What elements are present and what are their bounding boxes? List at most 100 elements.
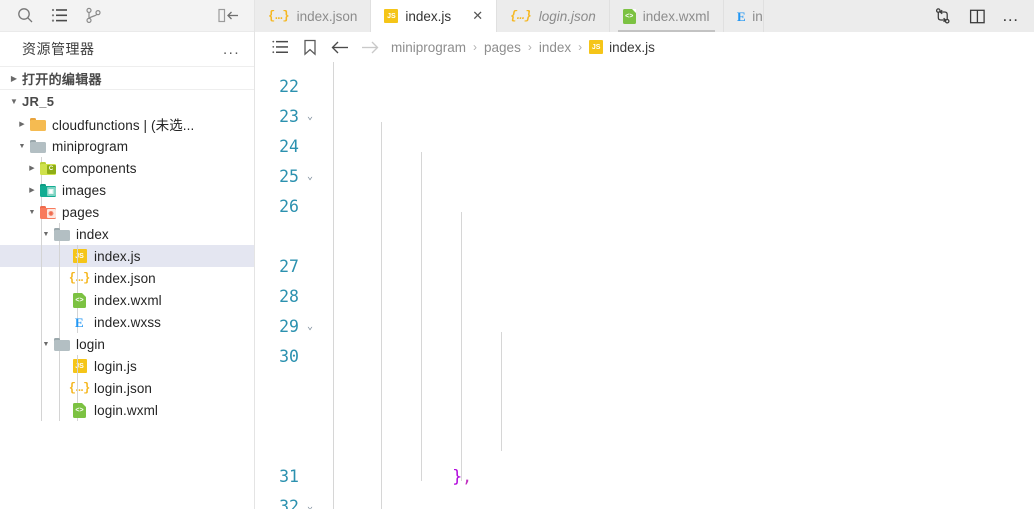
tab-index-js[interactable]: JS index.js ✕ (371, 0, 498, 32)
fold-icon[interactable]: ⌄ (303, 162, 317, 192)
line-number-gutter: 22 23 ⌄ 24 25 ⌄ 26 27 28 29 ⌄ 30 31 32 ⌄ (255, 62, 327, 509)
wxml-file-icon: <> (70, 292, 89, 308)
breadcrumb-item-file[interactable]: JS index.js (589, 40, 655, 55)
tree-item-index-json[interactable]: {…} index.json (0, 267, 254, 289)
breadcrumb: miniprogram › pages › index › JS index.j… (255, 32, 1034, 62)
tab-index-json[interactable]: {…} index.json (255, 0, 372, 32)
breadcrumb-item-index[interactable]: index (539, 40, 571, 55)
tab-label: index.wxml (642, 8, 710, 24)
explorer-sidebar: 资源管理器 ... ▶ 打开的编辑器 ▼ JR_5 ▶ cloudfunctio… (0, 0, 255, 509)
tree-item-login-folder[interactable]: ▼ login (0, 333, 254, 355)
chevron-down-icon: ▼ (10, 96, 18, 106)
sidebar-section-project-root[interactable]: ▼ JR_5 (0, 89, 254, 112)
tabbar-actions: … (926, 0, 1034, 32)
tree-item-cloudfunctions[interactable]: ▶ cloudfunctions | (未选... (0, 113, 254, 135)
wxml-file-icon: <> (70, 402, 89, 418)
explorer-title: 资源管理器 (22, 41, 95, 57)
chevron-right-icon: ▶ (19, 120, 25, 128)
vscode-window: 资源管理器 ... ▶ 打开的编辑器 ▼ JR_5 ▶ cloudfunctio… (0, 0, 1034, 509)
tab-index-wxml[interactable]: <> index.wxml (609, 0, 724, 32)
folder-lime-icon: C (38, 160, 57, 176)
js-file-icon: JS (589, 40, 604, 54)
folder-teal-icon: ▣ (38, 182, 57, 198)
js-file-icon: JS (70, 358, 89, 374)
tree-item-label: pages (62, 204, 100, 220)
line-number: 31 (255, 462, 321, 492)
split-merge-icon[interactable] (926, 0, 960, 32)
tree-item-login-json[interactable]: {…} login.json (0, 377, 254, 399)
fold-icon[interactable] (303, 342, 317, 372)
wxss-file-icon: Ǝ (75, 314, 84, 330)
tree-item-components[interactable]: ▶ C components (0, 157, 254, 179)
tree-item-images[interactable]: ▶ ▣ images (0, 179, 254, 201)
fold-icon[interactable] (303, 192, 317, 222)
line-number: 25 ⌄ (255, 162, 321, 192)
fold-icon[interactable] (303, 282, 317, 312)
close-icon[interactable]: ✕ (472, 8, 483, 24)
code-content[interactable]: width:'100rpx' }) }, points:function(e) … (327, 62, 1034, 509)
code-editor[interactable]: 22 23⌄ 24 25⌄ 26 27 28 29⌄ 30 31 32⌄ (255, 62, 1034, 509)
folder-gray-icon (28, 138, 47, 154)
outline-list-icon[interactable] (265, 32, 295, 62)
tree-item-pages[interactable]: ▼ ◉ pages (0, 201, 254, 223)
breadcrumb-item-miniprogram[interactable]: miniprogram (391, 40, 466, 55)
fold-icon[interactable] (303, 252, 317, 282)
folder-gray-icon (52, 226, 71, 242)
file-tree: ▶ cloudfunctions | (未选... ▼ miniprogram … (0, 112, 254, 509)
more-actions-icon[interactable]: … (994, 0, 1028, 32)
js-file-icon: JS (384, 9, 399, 23)
section-label: 打开的编辑器 (22, 71, 102, 87)
tree-item-label: images (62, 182, 107, 198)
tree-item-login-js[interactable]: JS login.js (0, 355, 254, 377)
fold-icon[interactable] (303, 132, 317, 162)
fold-icon[interactable]: ⌄ (303, 492, 317, 509)
line-number: 28 (255, 282, 321, 312)
tree-item-index-wxss[interactable]: Ǝ index.wxss (0, 311, 254, 333)
tab-label: login.json (538, 8, 596, 24)
sidebar-section-open-editors[interactable]: ▶ 打开的编辑器 (0, 66, 254, 89)
editor-vertical-scrollbar[interactable] (1024, 62, 1034, 509)
tree-item-label: login.js (94, 358, 137, 374)
fold-icon[interactable] (303, 72, 317, 102)
tab-label: index.json (296, 8, 358, 24)
bookmark-icon[interactable] (295, 32, 325, 62)
back-arrow-icon[interactable] (325, 32, 355, 62)
fold-icon[interactable] (303, 462, 317, 492)
breadcrumb-separator: › (527, 40, 532, 54)
line-number: 32 ⌄ (255, 492, 321, 509)
line-number: 22 (255, 72, 321, 102)
folder-red-icon: ◉ (38, 204, 57, 220)
editor-tabbar: {…} index.json JS index.js ✕ {…} login.j… (255, 0, 1034, 32)
tree-item-label: components (62, 160, 137, 176)
json-file-icon: {…} (268, 9, 290, 23)
split-editor-icon[interactable] (960, 0, 994, 32)
tab-label: in (752, 8, 763, 24)
fold-icon[interactable]: ⌄ (303, 312, 317, 342)
forward-arrow-icon[interactable] (355, 32, 385, 62)
code-line-partial: width:'100rpx' }) (333, 332, 1034, 342)
tree-item-label: index.json (94, 270, 156, 286)
line-number: 30 (255, 342, 321, 462)
folder-orange-icon (28, 116, 47, 132)
source-control-icon[interactable] (76, 1, 110, 31)
tree-item-index-js[interactable]: JS index.js (0, 245, 254, 267)
tab-index-wxss[interactable]: Ǝ in (723, 0, 764, 32)
tree-item-index-wxml[interactable]: <> index.wxml (0, 289, 254, 311)
explorer-header: 资源管理器 ... (0, 32, 254, 66)
tree-item-index-folder[interactable]: ▼ index (0, 223, 254, 245)
chevron-right-icon: ▶ (29, 164, 35, 172)
search-icon[interactable] (8, 1, 42, 31)
sidebar-toolbar (0, 0, 254, 32)
breadcrumb-item-pages[interactable]: pages (484, 40, 521, 55)
tree-item-miniprogram[interactable]: ▼ miniprogram (0, 135, 254, 157)
collapse-sidebar-icon[interactable] (212, 1, 246, 31)
outline-icon[interactable] (42, 1, 76, 31)
tree-item-login-wxml[interactable]: <> login.wxml (0, 399, 254, 421)
tab-login-json[interactable]: {…} login.json (497, 0, 610, 32)
line-number: 24 (255, 132, 321, 162)
fold-icon[interactable]: ⌄ (303, 102, 317, 132)
tree-item-label: miniprogram (52, 138, 129, 154)
chevron-right-icon: ▶ (10, 73, 18, 83)
wxss-file-icon: Ǝ (736, 8, 746, 24)
explorer-more-icon[interactable]: ... (223, 41, 240, 58)
